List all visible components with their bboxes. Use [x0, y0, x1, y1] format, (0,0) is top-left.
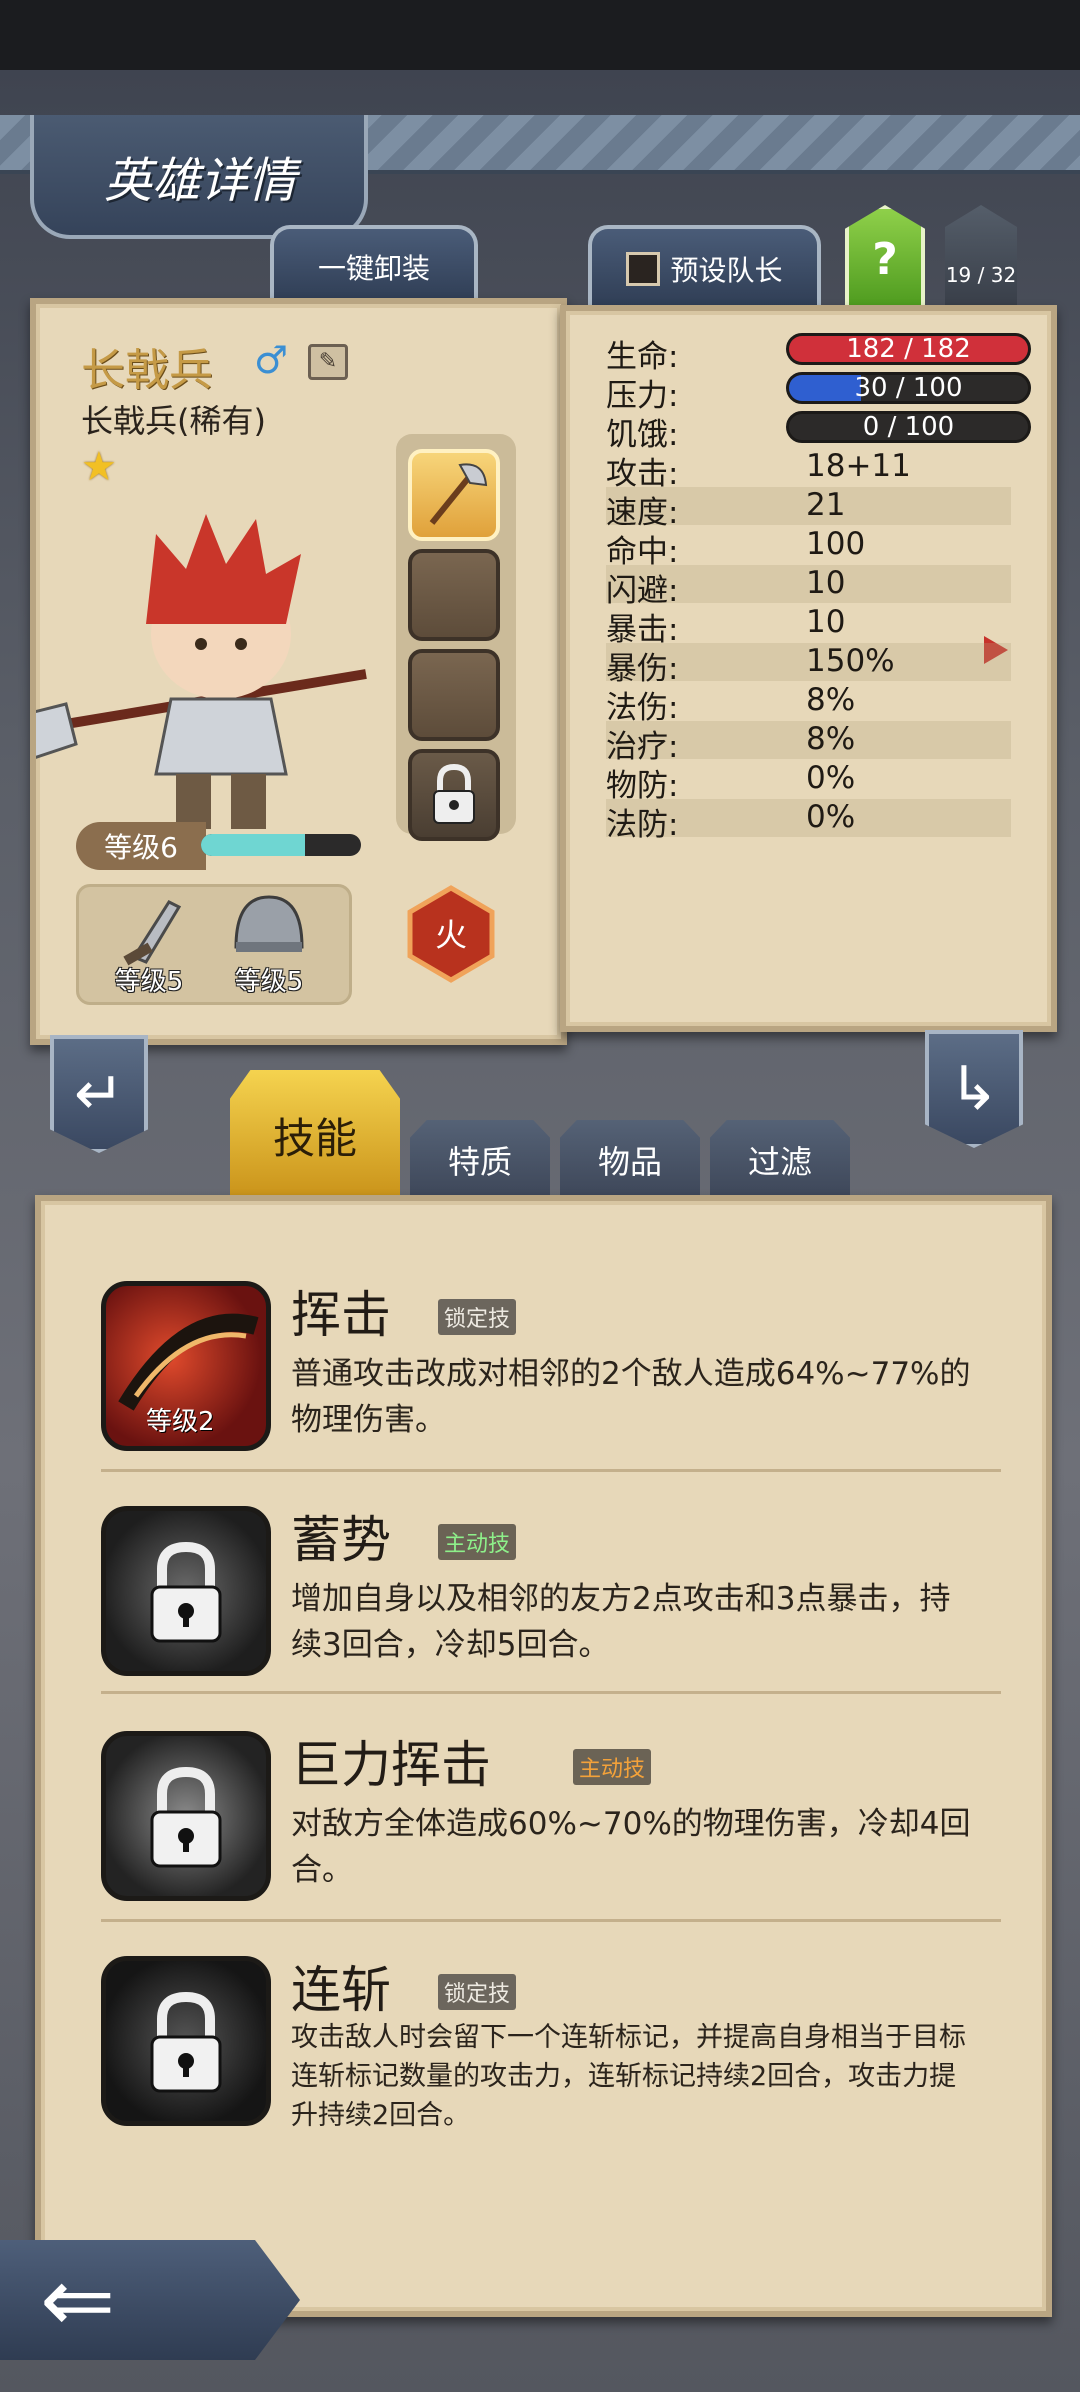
hero-panel: 长戟兵 ♂ ✎ 长戟兵(稀有) ★ 等级6 等级5 等级5 火 [30, 298, 567, 1045]
divider [101, 1469, 1001, 1472]
hero-portrait [36, 514, 367, 829]
skill-name: 连斩 [291, 1961, 391, 2019]
equip-slot-axe[interactable] [408, 449, 500, 541]
stat-bar-value: 30 / 100 [854, 373, 963, 403]
hero-level: 等级6 [76, 822, 206, 870]
lock-icon [150, 1541, 222, 1643]
preset-leader-toggle[interactable]: 预设队长 [588, 225, 821, 309]
skill-desc: 增加自身以及相邻的友方2点攻击和3点暴击，持续3回合，冷却5回合。 [291, 1581, 951, 1663]
preset-leader-checkbox[interactable] [626, 252, 661, 286]
hero-class: 长戟兵(稀有) [81, 402, 266, 440]
stat-row: 压力: 30 / 100 [606, 370, 1031, 414]
equipment-slots [396, 434, 516, 841]
stat-value: 150% [806, 643, 895, 679]
stat-row: 物防: 0% [606, 760, 1011, 804]
stat-bar: 30 / 100 [786, 372, 1031, 404]
equip-slot-locked[interactable] [408, 749, 500, 841]
stat-row: 速度: 21 [606, 487, 1011, 531]
stat-label: 法防: [606, 807, 679, 843]
stat-bar-value: 182 / 182 [846, 334, 971, 364]
skill-buff-icon [101, 1506, 271, 1676]
tab-skills[interactable]: 技能 [230, 1070, 400, 1200]
stat-value: 10 [806, 604, 846, 640]
skills-panel: 等级2 挥击 锁定技 普通攻击改成对相邻的2个敌人造成64%~77%的物理伤害。… [35, 1195, 1052, 2317]
stat-row: 治疗: 8% [606, 721, 1011, 765]
stat-bar: 0 / 100 [786, 411, 1031, 443]
stat-row: 暴伤: 150% [606, 643, 1011, 687]
skill-tag: 锁定技 [438, 1974, 517, 2010]
skill-name: 蓄势 [291, 1511, 391, 1569]
stat-value: 8% [806, 682, 856, 718]
stat-row: 命中: 100 [606, 526, 1011, 570]
skill-item[interactable]: 巨力挥击 主动技 对敌方全体造成60%~70%的物理伤害，冷却4回合。 [101, 1731, 1021, 1941]
stats-panel: 生命: 182 / 182 压力: 30 / 100 饥饿: 0 / 100 攻击: 18+1… [560, 305, 1057, 1032]
stat-row: 生命: 182 / 182 [606, 331, 1031, 375]
forward-arrow-icon: ↳ [948, 1054, 1000, 1124]
skill-item[interactable]: 连斩 锁定技 攻击敌人时会留下一个连斩标记，并提高自身相当于目标连斩标记数量的攻… [101, 1956, 1021, 2166]
lock-icon [150, 1991, 222, 2093]
skill-tag: 主动技 [573, 1749, 652, 1785]
helmet-icon [234, 895, 304, 952]
fire-element-icon: 火 [407, 885, 495, 983]
stat-value: 21 [806, 487, 846, 523]
stat-value: 8% [806, 721, 856, 757]
lock-icon [433, 763, 475, 824]
stat-value: 10 [806, 565, 846, 601]
divider [101, 1691, 1001, 1694]
stat-value: 100 [806, 526, 866, 562]
skill-tag: 主动技 [438, 1524, 517, 1560]
back-arrow-icon: ↵ [73, 1059, 125, 1129]
stat-value: 18+11 [806, 448, 911, 484]
back-arrow-icon: ⇐ [40, 2247, 116, 2353]
gear-box: 等级5 等级5 [76, 884, 352, 1005]
stat-value: 0% [806, 760, 856, 796]
skill-item[interactable]: 蓄势 主动技 增加自身以及相邻的友方2点攻击和3点暴击，持续3回合，冷却5回合。 [101, 1506, 1021, 1716]
stat-value: 0% [806, 799, 856, 835]
edit-name-icon[interactable]: ✎ [308, 344, 348, 380]
skill-level: 等级2 [146, 1407, 215, 1437]
divider [101, 1919, 1001, 1922]
skill-tag: 锁定技 [438, 1299, 517, 1335]
element-label: 火 [435, 916, 467, 954]
xp-fill [201, 834, 305, 856]
tab-filter[interactable]: 过滤 [710, 1120, 850, 1200]
page-title: 英雄详情 [104, 153, 297, 209]
equip-slot-empty-2[interactable] [408, 649, 500, 741]
male-gender-icon: ♂ [254, 338, 289, 382]
weapon-gear[interactable]: 等级5 [94, 887, 204, 1002]
sword-icon [123, 900, 182, 966]
unequip-all-button[interactable]: 一键卸装 [270, 225, 478, 304]
skill-swing-icon: 等级2 [101, 1281, 271, 1451]
stat-row: 法防: 0% [606, 799, 1011, 843]
skill-name: 巨力挥击 [291, 1736, 491, 1794]
skill-heavy-swing-icon [101, 1731, 271, 1901]
stat-row: 饥饿: 0 / 100 [606, 409, 1031, 453]
stat-bar: 182 / 182 [786, 333, 1031, 365]
skill-desc: 对敌方全体造成60%~70%的物理伤害，冷却4回合。 [291, 1806, 971, 1888]
skill-desc: 攻击敌人时会留下一个连斩标记，并提高自身相当于目标连斩标记数量的攻击力，连斩标记… [291, 2022, 966, 2131]
stat-row: 暴击: 10 [606, 604, 1011, 648]
stat-row: 法伤: 8% [606, 682, 1011, 726]
prev-hero-button[interactable]: ↵ [50, 1035, 148, 1153]
armor-gear[interactable]: 等级5 [214, 887, 324, 1002]
stat-row: 闪避: 10 [606, 565, 1011, 609]
skill-chain-slash-icon [101, 1956, 271, 2126]
axe-icon [429, 463, 488, 525]
back-button[interactable]: ⇐ [0, 2240, 300, 2360]
next-hero-button[interactable]: ↳ [925, 1030, 1023, 1148]
lock-icon [150, 1766, 222, 1868]
skill-name: 挥击 [291, 1286, 391, 1344]
equip-slot-empty-1[interactable] [408, 549, 500, 641]
skill-item[interactable]: 等级2 挥击 锁定技 普通攻击改成对相邻的2个敌人造成64%~77%的物理伤害。 [101, 1281, 1021, 1491]
tab-traits[interactable]: 特质 [410, 1120, 550, 1200]
fire-element-badge[interactable]: 火 [406, 884, 496, 984]
hero-name: 长戟兵 [81, 345, 213, 396]
stat-row: 攻击: 18+11 [606, 448, 1011, 492]
tab-items[interactable]: 物品 [560, 1120, 700, 1200]
skill-desc: 普通攻击改成对相邻的2个敌人造成64%~77%的物理伤害。 [291, 1356, 971, 1438]
title-plate: 英雄详情 [30, 115, 368, 239]
xp-bar [201, 834, 361, 856]
stat-bar-value: 0 / 100 [862, 412, 955, 442]
